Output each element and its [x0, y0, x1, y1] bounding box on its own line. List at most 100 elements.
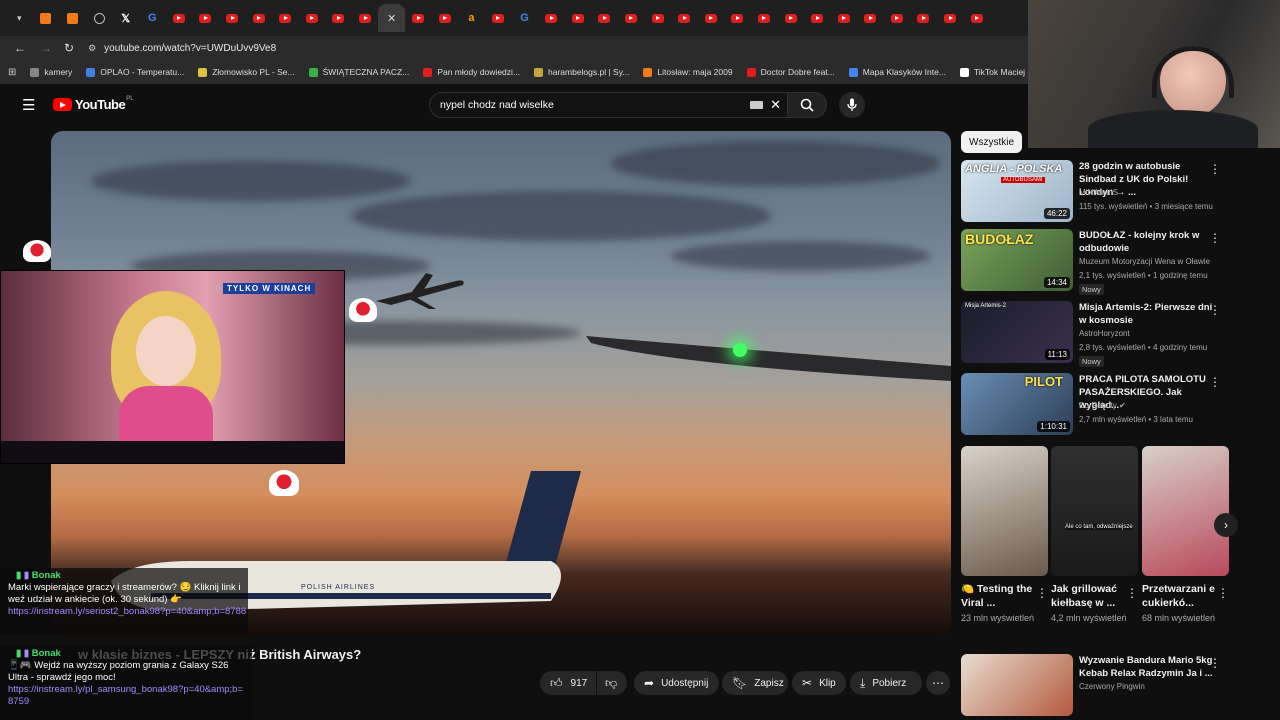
hamburger-menu-icon[interactable]: ☰ [22, 96, 35, 114]
bookmark-item[interactable]: harambelogs.pl | Sy... [534, 67, 629, 77]
recommended-video[interactable]: PILOT 1:10:31 PRACA PILOTA SAMOLOTU PASA… [961, 373, 1221, 435]
browser-tab-active[interactable]: ✕ [378, 4, 405, 32]
browser-tab[interactable] [59, 4, 86, 32]
bookmark-item[interactable]: OPLAO - Temperatu... [86, 67, 184, 77]
reload-icon[interactable]: ↻ [64, 41, 74, 55]
browser-tab[interactable] [910, 4, 937, 32]
browser-tab[interactable] [804, 4, 831, 32]
browser-tab[interactable]: G [511, 4, 538, 32]
save-button[interactable]: 🔖︎ Zapisz [722, 671, 788, 695]
browser-tab[interactable] [697, 4, 724, 32]
bookmark-item[interactable]: Pan młody dowiedzi... [423, 67, 520, 77]
browser-tab[interactable] [830, 4, 857, 32]
shorts-next-button[interactable]: › [1214, 513, 1238, 537]
browser-tab[interactable] [166, 4, 193, 32]
voice-search-button[interactable] [839, 92, 865, 118]
channel-name[interactable]: Muzeum Motoryzacji Wena w Oławie [1079, 257, 1210, 266]
short-video[interactable]: Przetwarzani e cukierkó... 68 mln wyświe… [1142, 446, 1229, 625]
chat-link[interactable]: https://instream.ly/pl_samsung_bonak98?p… [8, 684, 248, 708]
browser-tab[interactable] [963, 4, 990, 32]
short-video[interactable]: 🍋 Testing the Viral ... 23 mln wyświetle… [961, 446, 1048, 625]
like-button[interactable]: 👍︎ 917 [540, 671, 596, 695]
more-vertical-icon[interactable]: ⋮ [1209, 375, 1221, 389]
tab-list-dropdown[interactable]: ▾ [6, 4, 33, 32]
more-vertical-icon[interactable]: ⋮ [1217, 586, 1229, 600]
back-arrow-icon[interactable]: ← [14, 41, 26, 55]
browser-tab[interactable] [485, 4, 512, 32]
video-duration: 11:13 [1044, 349, 1070, 360]
browser-tab[interactable] [299, 4, 326, 32]
browser-tab[interactable] [219, 4, 246, 32]
bookmark-item[interactable]: kamery [30, 67, 72, 77]
browser-tab[interactable] [538, 4, 565, 32]
more-vertical-icon[interactable]: ⋮ [1209, 656, 1221, 670]
browser-tab[interactable] [352, 4, 379, 32]
browser-tab[interactable] [777, 4, 804, 32]
browser-tab[interactable] [857, 4, 884, 32]
channel-name[interactable]: Czerwony Pingwin [1079, 682, 1145, 691]
channel-name[interactable]: AstroHoryzont [1079, 329, 1130, 338]
download-button[interactable]: ⤓ Pobierz [850, 671, 922, 695]
bookmark-item[interactable]: Mapa Klasyków Inte... [848, 67, 946, 77]
recommended-video[interactable]: Misja Artemis-2 11:13 Misja Artemis-2: P… [961, 301, 1221, 367]
bookmark-item[interactable]: ŚWIĄTECZNA PACZ... [308, 67, 409, 77]
more-vertical-icon[interactable]: ⋮ [1126, 586, 1138, 600]
more-vertical-icon[interactable]: ⋮ [1209, 162, 1221, 176]
browser-tab[interactable] [432, 4, 459, 32]
browser-tab[interactable] [618, 4, 645, 32]
browser-tab[interactable] [937, 4, 964, 32]
youtube-logo[interactable]: YouTube PL [53, 96, 134, 112]
short-video[interactable]: Ale co tam, odważniejsze Jak grillować k… [1051, 446, 1138, 625]
browser-tab[interactable]: a [458, 4, 485, 32]
filter-chip-all[interactable]: Wszystkie [961, 131, 1022, 153]
site-info-icon[interactable]: ⚙ [88, 43, 96, 54]
apps-grid-icon[interactable]: ⊞ [8, 67, 16, 78]
url-field[interactable]: youtube.com/watch?v=UWDuUvv9Ve8 [104, 43, 276, 54]
browser-tab[interactable] [86, 4, 113, 32]
channel-name[interactable]: Do Roboty ✔ [1079, 401, 1126, 410]
microphone-icon [847, 98, 857, 111]
search-button[interactable] [787, 92, 827, 118]
scissors-icon: ✂ [802, 676, 813, 690]
browser-tab[interactable] [591, 4, 618, 32]
recommended-video[interactable]: BUDOŁAZ 14:34 BUDOŁAZ - kolejny krok w o… [961, 229, 1221, 295]
browser-tab[interactable] [33, 4, 60, 32]
browser-tab[interactable]: 𝕏 [112, 4, 139, 32]
browser-tab[interactable] [405, 4, 432, 32]
channel-name[interactable]: MiNiMaLIS [1079, 188, 1118, 197]
more-vertical-icon[interactable]: ⋮ [1209, 231, 1221, 245]
search-input[interactable]: nypel chodz nad wiselke ✕ [429, 92, 788, 118]
browser-tab[interactable] [671, 4, 698, 32]
forward-arrow-icon[interactable]: → [40, 41, 52, 55]
browser-tab[interactable] [325, 4, 352, 32]
browser-tab[interactable] [751, 4, 778, 32]
share-label: Udostępnij [661, 677, 709, 689]
bookmark-item[interactable]: Złomowisko PL - Se... [198, 67, 295, 77]
browser-tab[interactable] [724, 4, 751, 32]
close-tab-icon[interactable]: ✕ [387, 12, 396, 25]
browser-tab[interactable] [192, 4, 219, 32]
share-button[interactable]: ➦ Udostępnij [634, 671, 719, 695]
youtube-icon [784, 13, 797, 23]
bookmark-item[interactable]: Doctor Dobre feat... [746, 67, 835, 77]
recommended-video[interactable]: ANGLIA - POLSKA AUTOBUSAMI 46:22 28 godz… [961, 160, 1221, 222]
more-actions-button[interactable]: ⋯ [926, 671, 950, 695]
browser-tab[interactable] [884, 4, 911, 32]
browser-tab[interactable]: G [139, 4, 166, 32]
keyboard-icon[interactable] [750, 101, 763, 109]
bookmark-item[interactable]: Litosław: maja 2009 [643, 67, 733, 77]
search-query-text: nypel chodz nad wiselke [440, 99, 554, 111]
more-vertical-icon[interactable]: ⋮ [1036, 586, 1048, 600]
browser-tab[interactable] [272, 4, 299, 32]
browser-tab[interactable] [245, 4, 272, 32]
youtube-icon [704, 13, 717, 23]
browser-tab[interactable] [644, 4, 671, 32]
clip-button[interactable]: ✂ Klip [792, 671, 846, 695]
chat-link[interactable]: https://instream.ly/seriost2_bonak98?p=4… [8, 606, 248, 618]
clear-search-icon[interactable]: ✕ [770, 97, 781, 113]
bookmark-favicon-icon [643, 67, 653, 77]
recommended-video[interactable]: Wyzwanie Bandura Mario 5kg Kebab Relax R… [961, 654, 1221, 716]
dislike-button[interactable]: 👎︎ [597, 671, 627, 695]
more-vertical-icon[interactable]: ⋮ [1209, 303, 1221, 317]
browser-tab[interactable] [564, 4, 591, 32]
